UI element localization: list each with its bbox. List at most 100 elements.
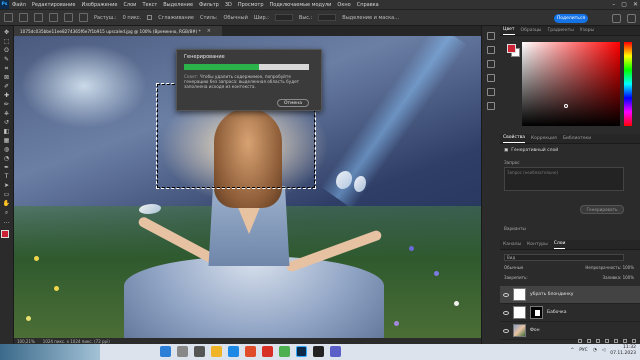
menu-plugins[interactable]: Подключаемые модули <box>267 2 335 8</box>
stamp-icon[interactable]: ⎈ <box>3 111 11 117</box>
hand-icon[interactable]: ✋ <box>3 201 11 207</box>
menu-layer[interactable]: Слои <box>120 2 139 8</box>
search-icon[interactable] <box>612 14 621 23</box>
frame-icon[interactable]: ⊠ <box>3 75 11 81</box>
height-field[interactable] <box>318 14 337 21</box>
folder-icon[interactable] <box>614 338 618 343</box>
blur-icon[interactable]: ◍ <box>3 147 11 153</box>
gradient-icon[interactable]: ▦ <box>3 138 11 144</box>
clock[interactable]: 11:32 07.11.2023 <box>610 345 636 356</box>
hue-slider[interactable] <box>624 42 632 126</box>
opacity-value[interactable]: 100% <box>623 265 634 270</box>
antialias-checkbox[interactable] <box>147 15 153 20</box>
mask-icon[interactable] <box>596 338 600 343</box>
color-field[interactable] <box>522 42 620 126</box>
task-view-icon[interactable] <box>194 346 205 357</box>
layer-row[interactable]: убрать блондинку <box>500 286 640 304</box>
eraser-icon[interactable]: ◧ <box>3 129 11 135</box>
new-layer-icon[interactable] <box>623 338 627 343</box>
windows-start-icon[interactable] <box>160 346 171 357</box>
width-field[interactable] <box>274 14 293 21</box>
menu-image[interactable]: Изображение <box>78 2 120 8</box>
yandex-icon[interactable] <box>262 346 273 357</box>
actions-icon[interactable] <box>487 46 495 54</box>
volume-icon[interactable]: ◁ <box>602 348 605 353</box>
adjustment-icon[interactable] <box>605 338 609 343</box>
tab-layers[interactable]: Слои <box>553 241 566 249</box>
menu-help[interactable]: Справка <box>354 2 382 8</box>
app-icon[interactable] <box>313 346 324 357</box>
history-brush-icon[interactable]: ↺ <box>3 120 11 126</box>
foreground-color-swatch[interactable] <box>0 230 9 238</box>
cancel-button[interactable]: Отмена <box>277 99 309 107</box>
tab-swatches[interactable]: Образцы <box>521 28 542 35</box>
trash-icon[interactable] <box>632 338 636 343</box>
healing-icon[interactable]: ✚ <box>3 93 11 99</box>
layer-row[interactable]: Бабочка <box>500 304 640 322</box>
more-tools-icon[interactable]: … <box>3 219 11 225</box>
tray-chevron-icon[interactable]: ^ <box>570 348 574 353</box>
lasso-icon[interactable]: ʘ <box>3 48 11 54</box>
marquee-icon[interactable]: ⬚ <box>3 39 11 45</box>
tab-adjustments[interactable]: Коррекция <box>531 136 557 143</box>
tab-paths[interactable]: Контуры <box>527 242 548 249</box>
close-document-icon[interactable]: × <box>207 28 211 34</box>
language-indicator[interactable]: РУС <box>579 348 588 353</box>
blend-mode-select[interactable]: Обычные <box>504 265 523 273</box>
history-icon[interactable] <box>487 32 495 40</box>
tab-channels[interactable]: Каналы <box>503 242 521 249</box>
fill-value[interactable]: 100% <box>623 275 634 280</box>
menu-filter[interactable]: Фильтр <box>196 2 222 8</box>
crop-icon[interactable]: ⌗ <box>3 66 11 72</box>
move-icon[interactable]: ✥ <box>3 30 11 36</box>
file-explorer-icon[interactable] <box>211 346 222 357</box>
maximize-icon[interactable]: ▢ <box>621 1 627 8</box>
path-select-icon[interactable]: ➤ <box>3 183 11 189</box>
style-select[interactable]: Обычный <box>223 15 247 21</box>
zoom-icon[interactable]: ⌕ <box>3 210 11 216</box>
menu-window[interactable]: Окно <box>334 2 353 8</box>
eye-icon[interactable] <box>503 292 509 297</box>
color-picker-cursor[interactable] <box>564 104 568 108</box>
edge-icon[interactable] <box>228 346 239 357</box>
dodge-icon[interactable]: ◔ <box>3 156 11 162</box>
marquee-preset-icon[interactable] <box>19 13 28 22</box>
pen-icon[interactable]: ✒ <box>3 165 11 171</box>
share-button[interactable]: Поделиться <box>554 14 588 23</box>
canvas[interactable]: Генерирование Совет: Чтобы удалить содер… <box>14 36 481 338</box>
menu-edit[interactable]: Редактирование <box>29 2 79 8</box>
menu-select[interactable]: Выделение <box>160 2 196 8</box>
zoom-level[interactable]: 100,21% <box>17 339 35 344</box>
firefox-icon[interactable] <box>245 346 256 357</box>
tab-gradients[interactable]: Градиенты <box>548 28 574 35</box>
layer-mask-thumbnail[interactable] <box>530 306 543 319</box>
shape-icon[interactable]: ▭ <box>3 192 11 198</box>
foreground-color-chip[interactable] <box>507 44 516 53</box>
intersect-selection-icon[interactable] <box>79 13 88 22</box>
character-icon[interactable] <box>487 74 495 82</box>
photoshop-taskbar-icon[interactable] <box>296 346 307 357</box>
app-icon[interactable] <box>330 346 341 357</box>
tab-color[interactable]: Цвет <box>503 27 515 35</box>
brush-icon[interactable]: ✏ <box>3 102 11 108</box>
search-icon[interactable] <box>177 346 188 357</box>
wifi-icon[interactable]: ◔ <box>593 348 597 353</box>
eyedropper-icon[interactable]: ✐ <box>3 84 11 90</box>
layers-filter[interactable]: Вид <box>504 254 624 261</box>
select-and-mask-button[interactable]: Выделение и маска... <box>342 15 399 21</box>
menu-file[interactable]: Файл <box>9 2 29 8</box>
link-icon[interactable] <box>578 338 582 343</box>
text-icon[interactable]: T <box>3 174 11 180</box>
paragraph-icon[interactable] <box>487 60 495 68</box>
quick-select-icon[interactable]: ✎ <box>3 57 11 63</box>
workspace-icon[interactable] <box>627 14 636 23</box>
new-selection-icon[interactable] <box>34 13 43 22</box>
tab-libraries[interactable]: Библиотеки <box>563 136 591 143</box>
menu-3d[interactable]: 3D <box>222 2 235 8</box>
tab-properties[interactable]: Свойства <box>503 135 525 143</box>
prompt-input[interactable]: Запрос (необязательно) <box>504 167 624 191</box>
color-swatches[interactable] <box>0 230 13 242</box>
subtract-selection-icon[interactable] <box>64 13 73 22</box>
home-icon[interactable] <box>4 13 13 22</box>
generate-button[interactable]: Генерировать <box>580 205 624 214</box>
